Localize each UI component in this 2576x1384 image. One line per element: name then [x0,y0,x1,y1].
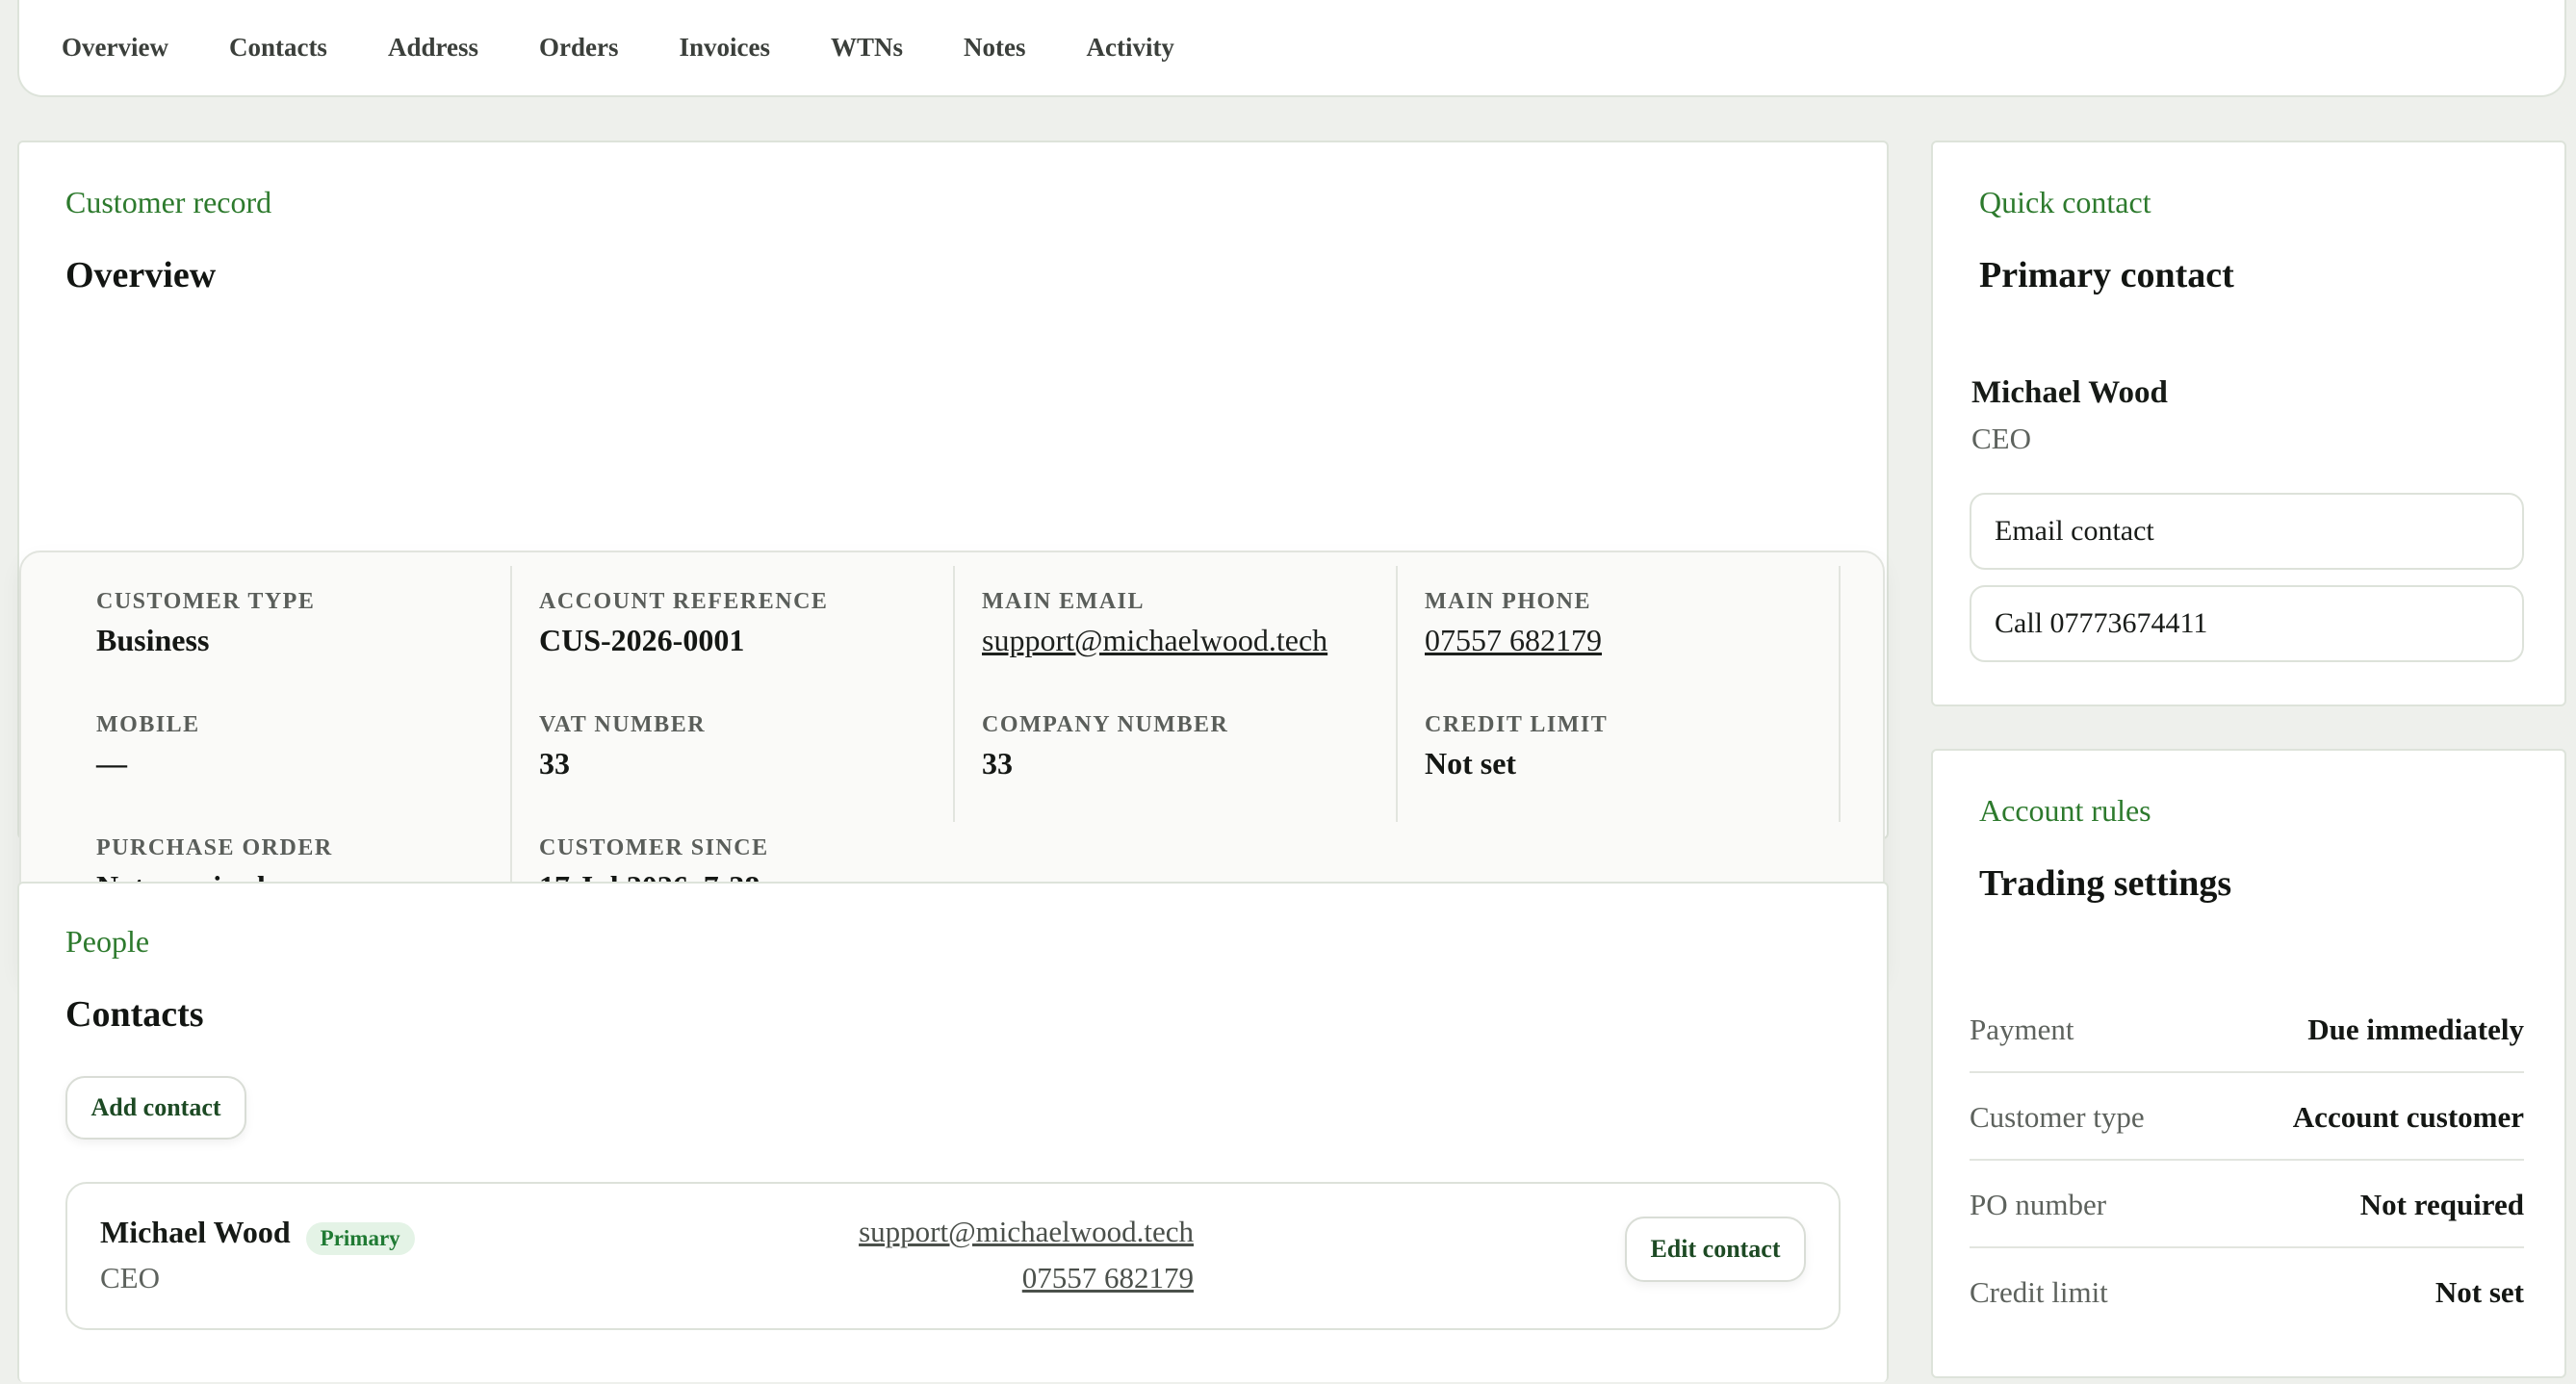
main-phone-link[interactable]: 07557 682179 [1425,623,1602,658]
field-label: Main email [982,589,1145,614]
field-main-phone: Main phone 07557 682179 [1425,589,1602,658]
main-email-link[interactable]: support@michaelwood.tech [982,623,1327,658]
contacts-title: Contacts [65,994,204,1035]
overview-eyebrow: Customer record [65,185,272,219]
rule-key: PO number [1970,1187,2107,1221]
field-company-number: Company number 33 [982,712,1228,782]
field-value: 33 [982,746,1013,781]
call-contact-button[interactable]: Call 07773674411 [1970,585,2524,662]
rule-value: Account customer [2292,1099,2524,1134]
field-label: Company number [982,712,1229,737]
tab-address[interactable]: Address [388,33,478,63]
field-label: Customer type [96,589,316,614]
field-value: — [96,746,127,781]
trading-settings-card: Account rules Trading settings Payment D… [1931,749,2566,1378]
quick-contact-eyebrow: Quick contact [1979,185,2151,219]
account-rules-eyebrow: Account rules [1979,793,2151,828]
field-main-email: Main email support@michaelwood.tech [982,589,1327,658]
field-label: Account reference [539,589,829,614]
rule-row-customer-type: Customer type Account customer [1970,1073,2524,1161]
tab-bar: Overview Contacts Address Orders Invoice… [17,0,2566,97]
tab-invoices[interactable]: Invoices [679,33,770,63]
field-label: Credit limit [1425,712,1609,737]
email-contact-button[interactable]: Email contact [1970,493,2524,570]
tab-activity[interactable]: Activity [1086,33,1173,63]
people-eyebrow: People [65,924,150,959]
field-value: Not set [1425,746,1517,781]
quick-contact-card: Quick contact Primary contact Michael Wo… [1931,141,2566,706]
primary-contact-title: Primary contact [1979,255,2234,295]
contact-name-line: Michael Wood Primary [100,1215,415,1256]
trading-settings-title: Trading settings [1979,863,2232,904]
rule-row-credit-limit: Credit limit Not set [1970,1248,2524,1336]
field-label: Mobile [96,712,200,737]
field-customer-type: Customer type Business [96,589,315,658]
contacts-card: People Contacts Add contact Michael Wood… [17,882,1889,1382]
rule-value: Not set [2434,1274,2524,1309]
contact-phone-link[interactable]: 07557 682179 [1022,1261,1194,1295]
primary-contact-role: CEO [1971,422,2031,455]
contact-role: CEO [100,1261,160,1294]
column-divider [953,566,955,822]
tab-notes[interactable]: Notes [964,33,1025,63]
tab-contacts[interactable]: Contacts [229,33,327,63]
rule-row-payment: Payment Due immediately [1970,986,2524,1073]
rule-key: Payment [1970,1012,2074,1046]
field-mobile: Mobile — [96,712,200,782]
field-value: Business [96,623,210,657]
field-value: CUS-2026-0001 [539,623,745,657]
contact-row: Michael Wood Primary CEO support@michaelw… [65,1182,1841,1330]
tab-overview[interactable]: Overview [62,33,168,63]
add-contact-button[interactable]: Add contact [65,1076,246,1140]
field-label: Customer since [539,835,769,860]
column-divider [1839,566,1841,822]
contact-name: Michael Wood [100,1215,291,1249]
column-divider [1396,566,1398,822]
tab-orders[interactable]: Orders [539,33,618,63]
rule-key: Credit limit [1970,1274,2108,1309]
rule-value: Due immediately [2307,1012,2524,1046]
tab-wtns[interactable]: WTNs [831,33,903,63]
contact-email-link[interactable]: support@michaelwood.tech [859,1215,1194,1249]
primary-badge: Primary [305,1222,415,1256]
rule-key: Customer type [1970,1099,2145,1134]
field-vat-number: VAT number 33 [539,712,706,782]
field-label: Main phone [1425,589,1591,614]
field-account-reference: Account reference CUS-2026-0001 [539,589,828,658]
field-credit-limit: Credit limit Not set [1425,712,1608,782]
overview-title: Overview [65,255,217,295]
field-value: 33 [539,746,570,781]
field-label: VAT number [539,712,707,737]
overview-card: Customer record Overview Customer type B… [17,141,1889,980]
field-label: Purchase order [96,835,333,860]
rule-row-po-number: PO number Not required [1970,1161,2524,1248]
primary-contact-name: Michael Wood [1971,375,2168,410]
rule-value: Not required [2359,1187,2524,1221]
edit-contact-button[interactable]: Edit contact [1625,1217,1806,1282]
